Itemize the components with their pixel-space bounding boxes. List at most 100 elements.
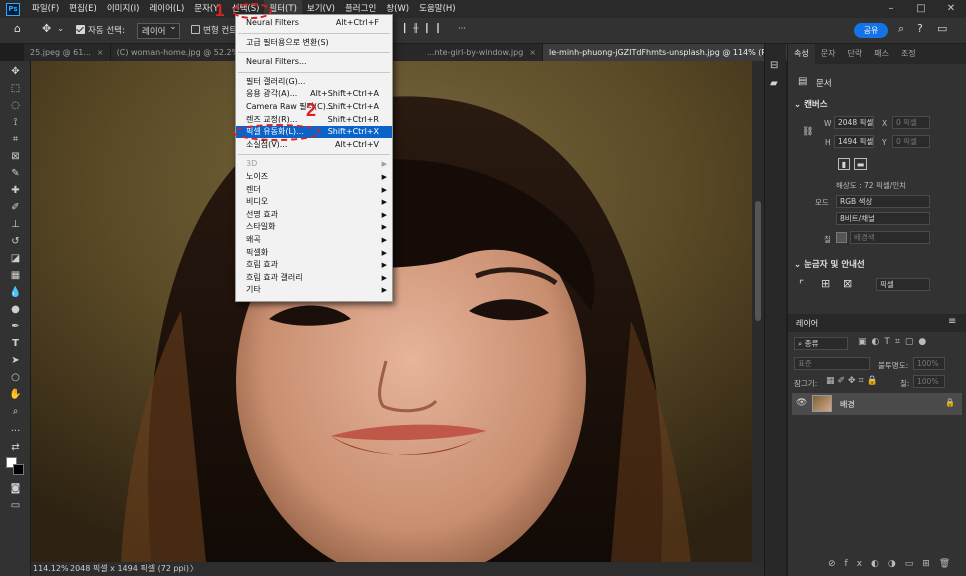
filter-menu-item[interactable]: 렌더 ▶ — [236, 184, 392, 196]
move-tool-icon[interactable]: ✥ — [42, 22, 51, 35]
type-tool-icon[interactable]: T — [9, 337, 22, 350]
close-icon[interactable]: × — [529, 48, 536, 57]
auto-select-checkbox[interactable]: 자동 선택: — [76, 24, 125, 36]
status-expand-icon[interactable]: 〉 — [190, 562, 198, 576]
filter-menu-item[interactable]: 스타일화 ▶ — [236, 221, 392, 233]
auto-select-dropdown[interactable]: 레이어 — [137, 22, 181, 39]
frame-tool-icon[interactable]: ⊠ — [9, 150, 22, 163]
history-brush-icon[interactable]: ↺ — [9, 235, 22, 248]
opacity-field[interactable]: 100% — [913, 357, 945, 370]
filter-menu-item[interactable]: 흐림 효과 ▶ — [236, 259, 392, 271]
gradient-icon[interactable]: ▦ — [9, 269, 22, 282]
filter-menu-item[interactable]: 노이즈 ▶ — [236, 171, 392, 183]
crop-tool-icon[interactable]: ⌗ — [9, 133, 22, 146]
filter-menu-item[interactable]: 흐림 효과 갤러리 ▶ — [236, 272, 392, 284]
shape-tool-icon[interactable]: ○ — [9, 371, 22, 384]
link-dimensions-icon[interactable]: ⛓ — [802, 127, 813, 137]
layer-row[interactable]: 👁 배경 🔒 — [792, 393, 962, 415]
panel-menu-icon[interactable]: ≡ — [948, 316, 956, 327]
guides-icon[interactable]: ⊠ — [843, 277, 852, 290]
filter-menu-item[interactable]: 필터 갤러리(G)... — [236, 76, 392, 88]
layer-name[interactable]: 배경 — [840, 399, 855, 410]
screen-mode-icon[interactable]: ▭ — [9, 499, 22, 512]
menu-help[interactable]: 도움말(H) — [414, 0, 460, 18]
bit-depth-dropdown[interactable]: 8비트/채널 — [836, 212, 930, 225]
pen-tool-icon[interactable]: ✒ — [9, 320, 22, 333]
more-options-icon[interactable]: ··· — [458, 24, 466, 34]
zoom-level[interactable]: 114.12% — [33, 562, 69, 576]
more-tools-icon[interactable]: ··· — [9, 425, 22, 438]
transform-controls-checkbox[interactable]: 변형 컨트 — [191, 24, 237, 36]
filter-menu-item[interactable]: 기타 ▶ — [236, 284, 392, 296]
eyedropper-icon[interactable]: ✎ — [9, 167, 22, 180]
marquee-tool-icon[interactable]: ⬚ — [9, 82, 22, 95]
share-button[interactable]: 공유 — [854, 23, 888, 38]
filter-menu-item[interactable]: Neural Filters Alt+Ctrl+F — [236, 17, 392, 29]
tab-layers[interactable]: 레이어 — [796, 318, 818, 329]
object-select-icon[interactable]: ⟟ — [9, 116, 22, 129]
filter-menu-item[interactable]: 왜곡 ▶ — [236, 234, 392, 246]
lasso-tool-icon[interactable]: ◌ — [9, 99, 22, 112]
fill-opacity-field[interactable]: 100% — [913, 375, 945, 388]
scrollbar-thumb[interactable] — [755, 201, 761, 321]
comments-panel-icon[interactable]: ▰ — [770, 78, 778, 89]
filter-menu-item[interactable]: 선명 효과 ▶ — [236, 209, 392, 221]
path-select-icon[interactable]: ➤ — [9, 354, 22, 367]
filter-menu-item[interactable]: 비디오 ▶ — [236, 196, 392, 208]
filter-menu-item[interactable]: 응용 광각(A)... Alt+Shift+Ctrl+A — [236, 88, 392, 100]
grid-icon[interactable]: ⊞ — [821, 277, 830, 290]
move-tool-icon[interactable]: ✥ — [9, 65, 22, 78]
visibility-eye-icon[interactable]: 👁 — [796, 398, 807, 408]
guides-unit-dropdown[interactable]: 픽셀 — [876, 278, 930, 291]
x-field[interactable]: 0 픽셀 — [892, 116, 930, 129]
y-field[interactable]: 0 픽셀 — [892, 135, 930, 148]
layer-filter-dropdown[interactable]: ⌕ 종류 — [794, 337, 848, 350]
filter-menu-item[interactable]: Neural Filters... — [236, 56, 392, 68]
menu-file[interactable]: 파일(F) — [27, 0, 64, 18]
portrait-orientation-icon[interactable]: ▮ — [838, 158, 850, 170]
chevron-down-icon[interactable]: ⌄ — [57, 24, 64, 34]
tab-adjustments[interactable]: 조정 — [895, 44, 922, 64]
clone-stamp-icon[interactable]: ⊥ — [9, 218, 22, 231]
canvas-section-header[interactable]: ⌄ 캔버스 — [794, 98, 828, 110]
blend-mode-dropdown[interactable]: 표준 — [794, 357, 870, 370]
eraser-icon[interactable]: ◪ — [9, 252, 22, 265]
tab-properties[interactable]: 속성 — [788, 44, 815, 64]
guides-section-header[interactable]: ⌄ 눈금자 및 안내선 — [794, 258, 865, 270]
tab-character[interactable]: 문자 — [815, 44, 842, 64]
mode-dropdown[interactable]: RGB 색상 — [836, 195, 930, 208]
help-icon[interactable]: ? — [917, 22, 923, 35]
fill-dropdown[interactable]: 배경색 — [850, 231, 930, 244]
rulers-icon[interactable]: ⌜ — [799, 278, 804, 291]
lock-icons[interactable]: ▦✐✥⌗🔒 — [826, 376, 881, 386]
menu-layer[interactable]: 레이어(L) — [144, 0, 189, 18]
close-window-button[interactable]: ✕ — [936, 0, 966, 18]
tab-document-1[interactable]: 25.jpeg @ 61... × — [24, 44, 111, 61]
home-icon[interactable]: ⌂ — [14, 22, 21, 35]
landscape-orientation-icon[interactable]: ▬ — [854, 158, 867, 170]
fill-swatch[interactable] — [836, 232, 847, 243]
background-color-swatch[interactable] — [13, 464, 24, 475]
menu-edit[interactable]: 편집(E) — [64, 0, 102, 18]
filter-menu-item[interactable]: 고급 필터용으로 변환(S) — [236, 37, 392, 49]
blur-tool-icon[interactable]: 💧 — [9, 286, 22, 299]
zoom-tool-icon[interactable]: ⌕ — [9, 405, 22, 418]
workspace-icon[interactable]: ▭ — [937, 22, 947, 35]
layer-actions-icons[interactable]: ⊘fx◐◑▭⊞🗑 — [828, 559, 959, 569]
minimize-button[interactable]: – — [876, 0, 906, 18]
filter-menu-item[interactable]: 소실점(V)... Alt+Ctrl+V — [236, 139, 392, 151]
tab-paths[interactable]: 패스 — [868, 44, 895, 64]
healing-brush-icon[interactable]: ✚ — [9, 184, 22, 197]
brush-tool-icon[interactable]: ✐ — [9, 201, 22, 214]
height-field[interactable]: 1494 픽셀 — [834, 135, 874, 148]
history-panel-icon[interactable]: ⊟ — [770, 60, 778, 71]
maximize-button[interactable]: □ — [906, 0, 936, 18]
search-icon[interactable]: ⌕ — [898, 22, 904, 36]
tab-paragraph[interactable]: 단락 — [841, 44, 868, 64]
dodge-tool-icon[interactable]: ● — [9, 303, 22, 316]
width-field[interactable]: 2048 픽셀 — [834, 116, 874, 129]
hand-tool-icon[interactable]: ✋ — [9, 388, 22, 401]
filter-menu-item[interactable]: 픽셀화 ▶ — [236, 247, 392, 259]
quick-mask-icon[interactable]: ◙ — [9, 482, 22, 495]
swap-colors-icon[interactable]: ⇄ — [9, 441, 22, 454]
